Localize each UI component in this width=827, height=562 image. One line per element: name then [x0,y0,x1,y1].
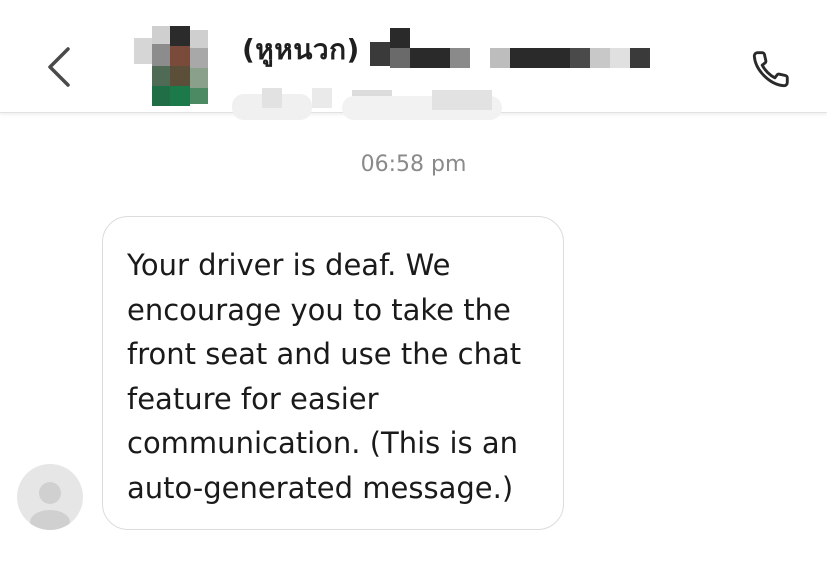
phone-icon [752,51,789,88]
call-button[interactable] [744,42,798,96]
user-placeholder-icon [30,482,70,530]
chat-header: (หูหนวก) [0,0,827,120]
message-text: Your driver is deaf. We encourage you to… [127,248,522,505]
contact-avatar[interactable] [134,26,214,110]
back-button[interactable] [34,42,84,92]
sender-avatar[interactable] [17,464,83,530]
contact-name[interactable]: (หูหนวก) [242,28,360,72]
redacted-subtitle [232,82,512,126]
chevron-left-icon [48,47,70,87]
redacted-name [370,26,670,72]
message-bubble[interactable]: Your driver is deaf. We encourage you to… [102,216,564,530]
message-timestamp: 06:58 pm [360,152,467,177]
